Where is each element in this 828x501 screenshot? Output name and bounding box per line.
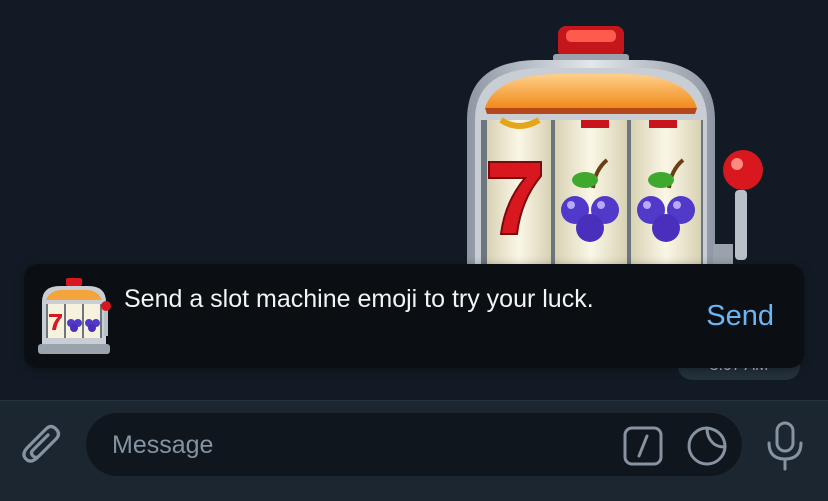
toast-message: Send a slot machine emoji to try your lu…	[124, 285, 594, 313]
send-slot-machine-button[interactable]: Send	[706, 294, 774, 338]
message-input[interactable]	[110, 413, 594, 478]
microphone-icon[interactable]	[760, 419, 810, 473]
slot-machine-tip-toast: Send a slot machine emoji to try your lu…	[24, 264, 804, 368]
message-composer	[0, 400, 828, 501]
slash-command-icon[interactable]	[622, 425, 664, 467]
paperclip-icon[interactable]	[18, 421, 68, 471]
message-field	[86, 413, 742, 478]
slot-machine-icon	[36, 276, 112, 356]
sticker-icon[interactable]	[686, 425, 728, 467]
